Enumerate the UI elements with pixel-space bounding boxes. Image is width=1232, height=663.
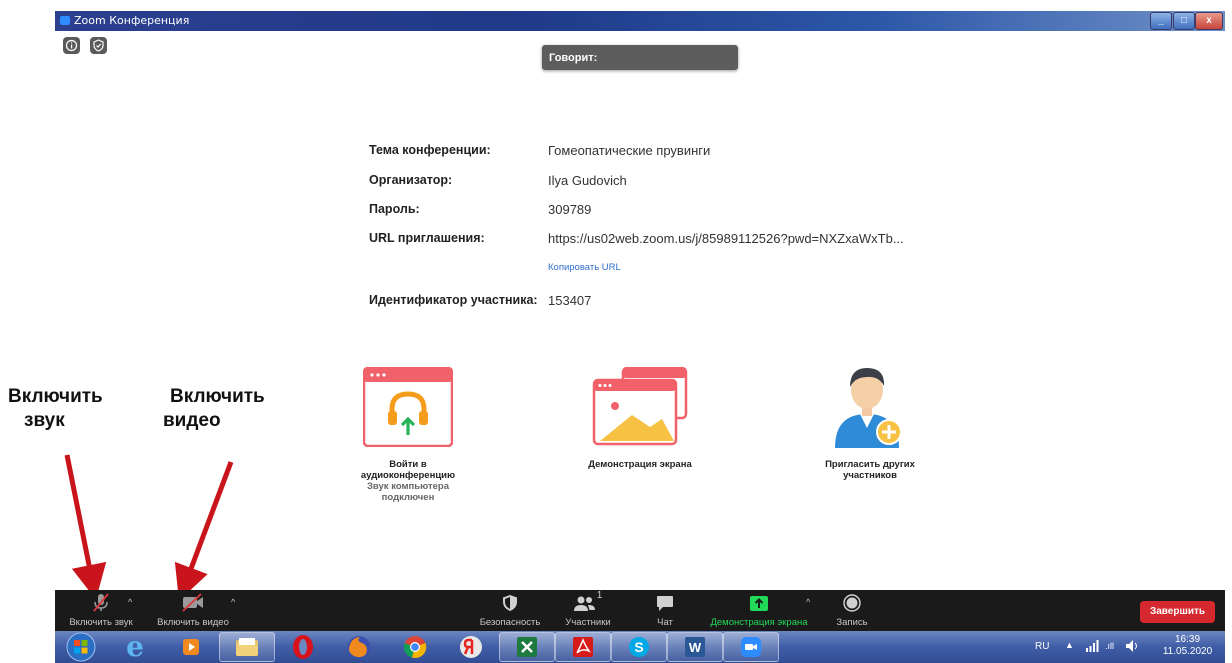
arrow-to-video	[174, 461, 234, 601]
windows-start-icon[interactable]	[57, 632, 105, 662]
network-icon[interactable]	[1085, 639, 1099, 656]
end-meeting-button[interactable]: Завершить	[1140, 601, 1215, 623]
skype-icon[interactable]: S	[611, 632, 667, 662]
svg-text:S: S	[634, 639, 643, 655]
language-indicator[interactable]: RU	[1035, 641, 1049, 652]
participants-button[interactable]: 1 Участники	[555, 590, 621, 631]
zoom-taskbar-icon[interactable]	[723, 632, 779, 662]
annotation-arrows	[64, 454, 234, 601]
chrome-icon[interactable]	[387, 632, 443, 662]
excel-icon[interactable]	[499, 632, 555, 662]
firefox-icon[interactable]	[331, 632, 387, 662]
word-icon[interactable]: W	[667, 632, 723, 662]
video-options-caret[interactable]: ^	[231, 597, 235, 607]
tray-expand-icon[interactable]: ▲	[1065, 640, 1074, 650]
meeting-toolbar: Включить звук ^ Включить видео ^ Безопас…	[55, 590, 1225, 631]
acrobat-icon[interactable]	[555, 632, 611, 662]
media-player-icon[interactable]	[163, 632, 219, 662]
share-screen-button[interactable]: Демонстрация экрана	[703, 590, 815, 631]
opera-icon[interactable]	[275, 632, 331, 662]
chat-button[interactable]: Чат	[645, 590, 685, 631]
start-video-button[interactable]: Включить видео	[151, 590, 235, 631]
record-icon	[829, 590, 875, 612]
windows-taskbar: e S W RU ▲ .ıll 16:39 11.05.2020	[55, 631, 1225, 663]
participants-icon: 1	[555, 590, 621, 612]
svg-text:W: W	[689, 640, 702, 655]
audio-options-caret[interactable]: ^	[128, 597, 132, 607]
system-tray: RU ▲ .ıll 16:39 11.05.2020	[1035, 631, 1225, 663]
record-button[interactable]: Запись	[829, 590, 875, 631]
shield-icon	[475, 590, 545, 612]
share-options-caret[interactable]: ^	[806, 597, 810, 607]
clock[interactable]: 16:39 11.05.2020	[1160, 634, 1215, 658]
arrow-to-unmute	[64, 454, 107, 600]
signal-icon[interactable]: .ıll	[1105, 641, 1114, 651]
participants-count: 1	[596, 590, 603, 601]
chat-icon	[645, 590, 685, 612]
share-screen-arrow-icon	[703, 590, 815, 612]
video-camera-off-icon	[151, 590, 235, 612]
security-button[interactable]: Безопасность	[475, 590, 545, 631]
file-explorer-icon[interactable]	[219, 632, 275, 662]
yandex-browser-icon[interactable]	[443, 632, 499, 662]
volume-icon[interactable]	[1125, 639, 1139, 656]
internet-explorer-icon[interactable]: e	[107, 632, 163, 662]
